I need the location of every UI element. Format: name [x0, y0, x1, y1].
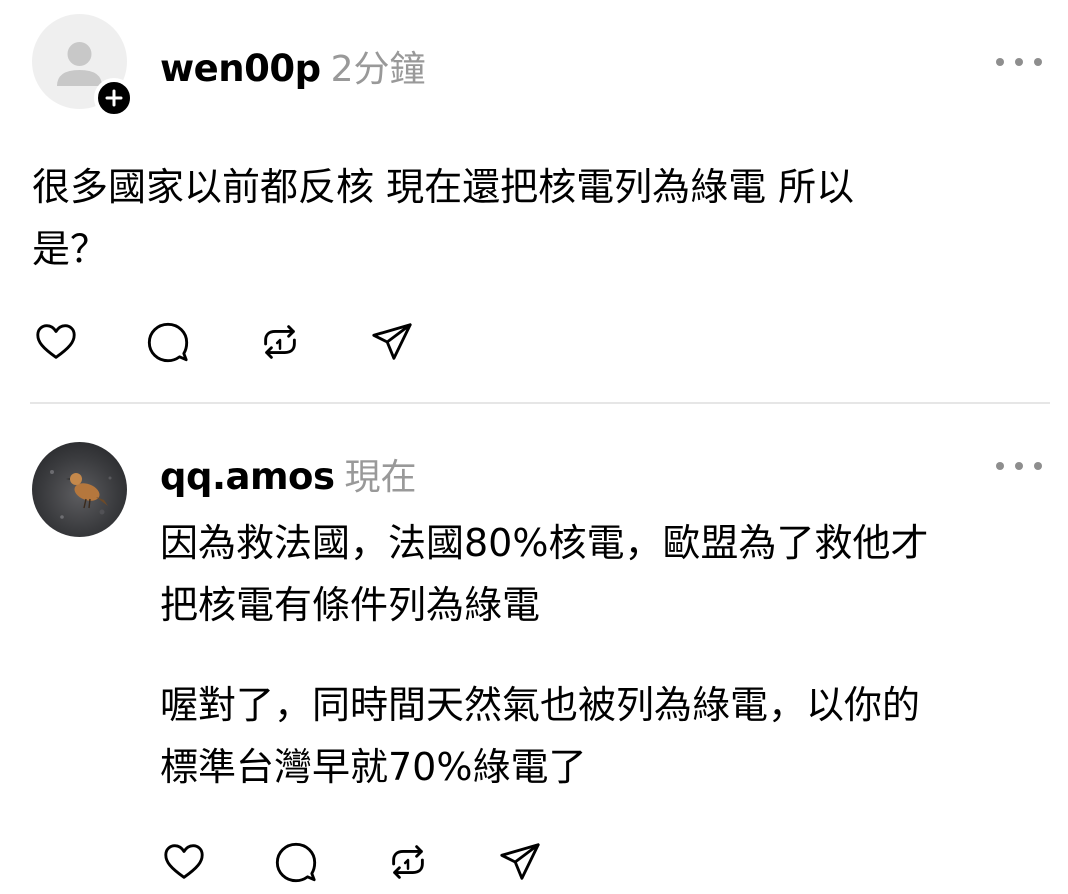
username[interactable]: qq.amos: [160, 455, 335, 498]
repost-icon: [264, 325, 296, 359]
share-icon: [372, 323, 412, 360]
repost-button[interactable]: [256, 318, 304, 366]
timestamp: 2分鐘: [330, 49, 426, 90]
more-options-button[interactable]: [996, 456, 1042, 476]
like-button[interactable]: [32, 318, 80, 366]
share-icon: [500, 843, 540, 880]
follow-button[interactable]: [94, 78, 134, 118]
heart-icon: [164, 844, 204, 879]
comment-button[interactable]: [272, 838, 320, 886]
repost-button[interactable]: [384, 838, 432, 886]
post-text: 很多國家以前都反核 現在還把核電列為綠電 所以 是？: [32, 156, 854, 280]
comment-icon: [275, 842, 317, 883]
timestamp: 現在: [344, 457, 417, 498]
reply-text-line: 標準台灣早就70%綠電了: [160, 745, 587, 789]
repost-icon: [392, 845, 424, 879]
action-bar: [32, 318, 480, 366]
share-button[interactable]: [496, 838, 544, 886]
more-options-button[interactable]: [996, 52, 1042, 72]
post-text-line: 很多國家以前都反核 現在還把核電列為綠電 所以: [32, 165, 855, 209]
plus-icon: [105, 89, 123, 107]
post-text-line: 是？: [32, 227, 109, 271]
post-header: wen00p 2分鐘: [160, 40, 426, 92]
reply-text-line: 把核電有條件列為綠電: [160, 583, 541, 627]
reply-text-line: 因為救法國，法國80%核電，歐盟為了救他才: [160, 521, 929, 565]
reply-text-line: 喔對了，同時間天然氣也被列為綠電，以你的: [160, 683, 921, 727]
post-qq-amos: qq.amos 現在 因為救法國，法國80%核電，歐盟為了救他才 把核電有條件列…: [0, 404, 1068, 894]
comment-button[interactable]: [144, 318, 192, 366]
reply-text-paragraph-2: 喔對了，同時間天然氣也被列為綠電，以你的 標準台灣早就70%綠電了: [160, 674, 920, 798]
more-dot-icon: [996, 58, 1004, 66]
action-bar: [160, 838, 608, 886]
comment-icon: [147, 322, 189, 363]
post-header: qq.amos 現在: [160, 448, 417, 500]
more-dot-icon: [1034, 462, 1042, 470]
bird-photo-avatar: [32, 442, 127, 537]
post-wen00p: wen00p 2分鐘 很多國家以前都反核 現在還把核電列為綠電 所以 是？: [0, 0, 1068, 400]
more-dot-icon: [996, 462, 1004, 470]
more-dot-icon: [1015, 462, 1023, 470]
more-dot-icon: [1034, 58, 1042, 66]
share-button[interactable]: [368, 318, 416, 366]
heart-icon: [36, 324, 76, 359]
user-avatar[interactable]: [32, 442, 127, 537]
username[interactable]: wen00p: [160, 47, 321, 90]
like-button[interactable]: [160, 838, 208, 886]
reply-text-paragraph-1: 因為救法國，法國80%核電，歐盟為了救他才 把核電有條件列為綠電: [160, 512, 928, 636]
more-dot-icon: [1015, 58, 1023, 66]
